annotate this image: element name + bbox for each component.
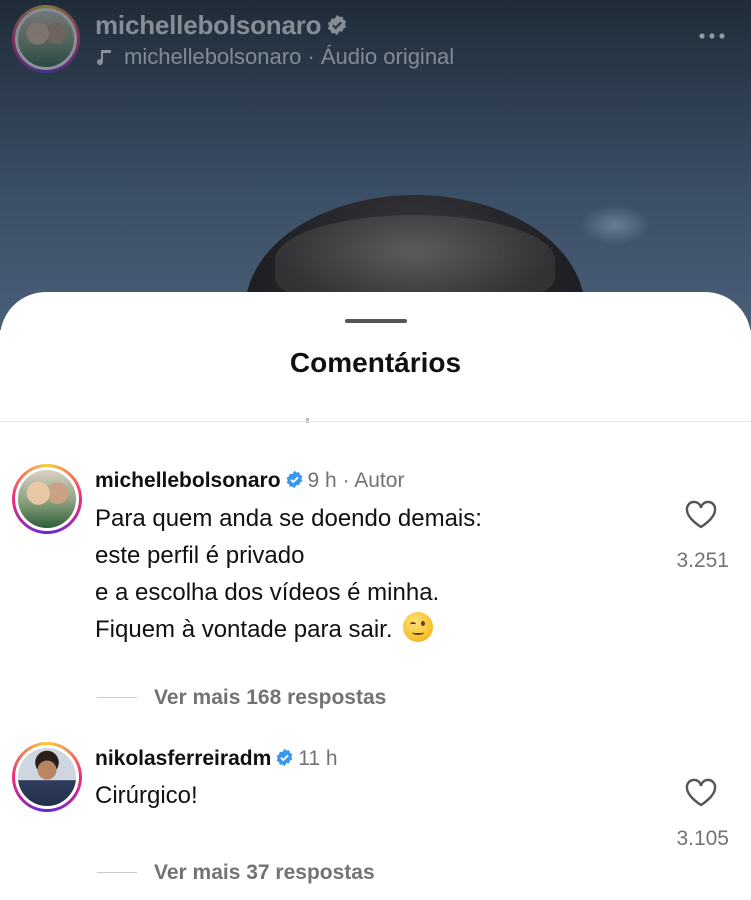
post-header: michellebolsonaro michellebolsonaro · Áu… (0, 0, 751, 90)
verified-icon (327, 14, 347, 36)
comment-header: nikolasferreiradm 11 h (95, 747, 338, 771)
comment-line: este perfil é privado (95, 542, 305, 569)
cloud-shape (580, 205, 650, 245)
audio-label[interactable]: michellebolsonaro · Áudio original (124, 44, 454, 70)
comment-line: Fiquem à vontade para sair. (95, 616, 393, 643)
commenter-avatar[interactable] (12, 742, 82, 812)
view-replies-button[interactable]: Ver mais 168 respostas (154, 686, 386, 710)
music-note-icon (97, 50, 111, 66)
divider (0, 421, 751, 422)
author-username[interactable]: michellebolsonaro (95, 10, 322, 41)
verified-icon (276, 748, 293, 767)
winking-emoji-icon (403, 612, 434, 642)
comment-meta: 11 h (298, 747, 338, 770)
drag-handle[interactable] (345, 319, 407, 323)
comment-text: Cirúrgico! (95, 777, 198, 814)
view-replies-button[interactable]: Ver mais 37 respostas (154, 861, 375, 885)
comment-line: Cirúrgico! (95, 782, 198, 809)
verified-icon (286, 470, 302, 489)
comment-line: e a escolha dos vídeos é minha. (95, 579, 440, 606)
comment-header: michellebolsonaro 9 h · Autor (95, 469, 404, 493)
like-count: 3.105 (676, 827, 729, 850)
comment-text: Para quem anda se doendo demais: este pe… (95, 500, 482, 648)
comments-sheet: Comentários michellebolsonaro 9 h · Autor… (0, 292, 751, 900)
comment-line: Para quem anda se doendo demais: (95, 505, 482, 532)
commenter-username[interactable]: michellebolsonaro (95, 469, 281, 492)
more-options-icon[interactable] (697, 28, 727, 44)
replies-divider (97, 697, 137, 698)
comment-meta: 9 h · Autor (307, 469, 405, 492)
sheet-title: Comentários (289, 347, 462, 378)
commenter-username[interactable]: nikolasferreiradm (95, 747, 271, 770)
heart-icon[interactable] (684, 500, 718, 530)
heart-icon[interactable] (684, 778, 718, 808)
commenter-avatar[interactable] (12, 464, 82, 534)
comment-line-with-emoji: Fiquem à vontade para sair. (95, 611, 482, 648)
like-count: 3.251 (676, 549, 729, 572)
author-avatar[interactable] (12, 5, 80, 73)
replies-divider (97, 872, 137, 873)
